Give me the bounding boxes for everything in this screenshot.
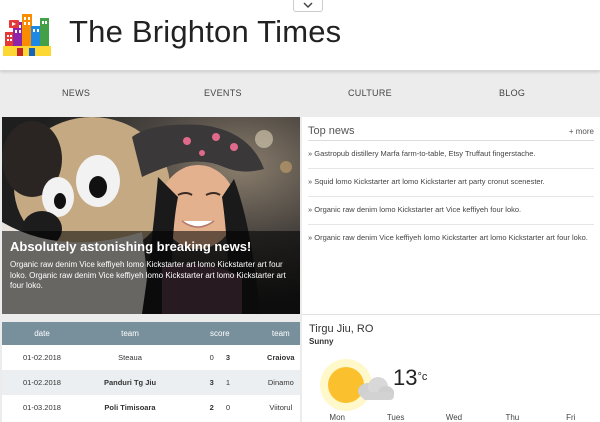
temperature-unit: °c [417, 371, 428, 383]
weather-widget: Tirgu Jiu, RO Sunny 13°c Mon Tues Wed Th… [302, 314, 600, 422]
nav-item-culture[interactable]: CULTURE [348, 88, 392, 98]
table-row[interactable]: 01-02.2018 Panduri Tg Jiu 3 1 Dinamo [2, 370, 300, 395]
away-score-cell: 3 [225, 353, 230, 362]
top-news-list: » Gastropub distillery Marfa farm-to-tab… [308, 141, 594, 252]
sun-cloud-icon [320, 359, 394, 411]
hero-summary: Organic raw denim Vice keffiyeh lomo Kic… [10, 260, 286, 290]
nav-item-blog[interactable]: BLOG [499, 88, 525, 98]
hero-headline[interactable]: Absolutely astonishing breaking news! [10, 239, 292, 254]
top-news-header: Top news + more [308, 125, 594, 141]
column-header-team: team [82, 322, 178, 345]
home-score-cell: 3 [178, 370, 220, 395]
list-item[interactable]: » Gastropub distillery Marfa farm-to-tab… [308, 141, 594, 169]
column-header-date: date [2, 322, 82, 345]
top-news-title: Top news [308, 125, 355, 137]
away-team-cell: Dinamo [261, 370, 300, 395]
home-team-cell: Poli Timisoara [104, 403, 156, 412]
nav-item-events[interactable]: EVENTS [204, 88, 242, 98]
weather-temperature: 13°c [393, 365, 427, 391]
top-news-panel: Top news + more » Gastropub distillery M… [302, 117, 600, 314]
scores-table: date team score team 01-02.2018 Steaua 0… [2, 322, 300, 420]
hero-caption: Absolutely astonishing breaking news! Or… [2, 231, 300, 314]
temperature-value: 13 [393, 365, 418, 390]
scores-table-panel: date team score team 01-02.2018 Steaua 0… [2, 322, 300, 422]
main-nav: NEWS EVENTS CULTURE BLOG [0, 80, 600, 108]
table-row[interactable]: 01-03.2018 Poli Timisoara 2 0 Viitorul [2, 395, 300, 420]
site-title[interactable]: The Brighton Times [69, 14, 341, 50]
table-row[interactable]: 01-02.2018 Steaua 0 3 Craiova [2, 345, 300, 370]
table-header-row: date team score team [2, 322, 300, 345]
forecast-day[interactable]: Thu [484, 413, 540, 422]
chevron-down-icon [303, 2, 313, 9]
weather-city: Tirgu Jiu, RO [309, 323, 374, 335]
away-score-cell: 0 [225, 403, 230, 412]
home-team-cell: Steaua [118, 353, 142, 362]
list-item[interactable]: » Squid lomo Kickstarter art lomo Kickst… [308, 169, 594, 197]
away-team-cell: Craiova [267, 353, 295, 362]
home-score-cell: 0 [209, 353, 214, 362]
weather-condition: Sunny [309, 337, 334, 346]
date-cell: 01-02.2018 [2, 370, 82, 395]
header-toggle-button[interactable] [293, 0, 323, 12]
forecast-day[interactable]: Tues [368, 413, 424, 422]
list-item[interactable]: » Organic raw denim lomo Kickstarter art… [308, 197, 594, 225]
away-score-cell: 1 [219, 370, 262, 395]
date-cell: 01-03.2018 [23, 403, 61, 412]
forecast-day[interactable]: Fri [543, 413, 599, 422]
forecast-days: Mon Tues Wed Thu Fri [302, 413, 600, 422]
more-link[interactable]: + more [569, 127, 594, 136]
page: The Brighton Times NEWS EVENTS CULTURE B… [0, 0, 600, 422]
column-header-score: score [178, 322, 262, 345]
city-logo-icon[interactable] [3, 8, 51, 56]
forecast-day[interactable]: Wed [426, 413, 482, 422]
date-cell: 01-02.2018 [23, 353, 61, 362]
list-item[interactable]: » Organic raw denim Vice keffiyeh lomo K… [308, 225, 594, 252]
away-team-cell: Viitorul [269, 403, 293, 412]
site-header: The Brighton Times [0, 0, 600, 71]
forecast-day[interactable]: Mon [309, 413, 365, 422]
nav-item-news[interactable]: NEWS [62, 88, 90, 98]
home-team-cell: Panduri Tg Jiu [82, 370, 178, 395]
column-header-team: team [261, 322, 300, 345]
home-score-cell: 2 [209, 403, 214, 412]
hero-story[interactable]: Absolutely astonishing breaking news! Or… [2, 117, 300, 314]
